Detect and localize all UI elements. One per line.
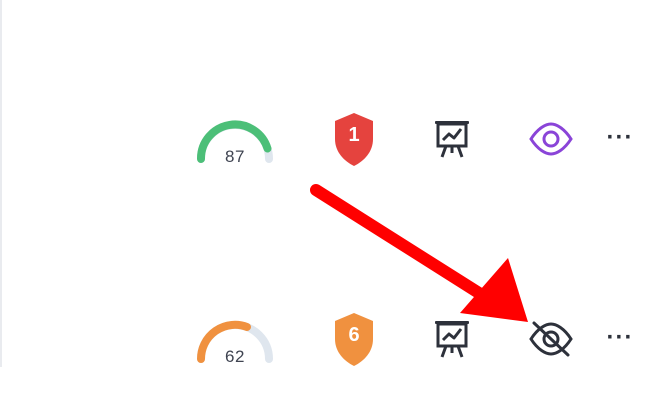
list-row: 87 1 ··· — [0, 105, 661, 175]
eye-icon — [529, 122, 573, 156]
presentation-chart-icon — [435, 321, 469, 358]
issues-badge[interactable]: 1 — [331, 111, 377, 167]
visibility-toggle[interactable] — [526, 117, 576, 161]
presentation-button[interactable] — [431, 317, 473, 361]
visibility-toggle[interactable] — [526, 317, 576, 361]
eye-off-icon — [529, 321, 573, 357]
score-value: 87 — [225, 147, 245, 166]
issues-badge[interactable]: 6 — [331, 311, 377, 367]
issues-count: 1 — [348, 124, 360, 146]
more-icon: ··· — [606, 124, 634, 151]
score-gauge[interactable]: 87 — [193, 113, 277, 175]
issues-count: 6 — [348, 324, 360, 346]
more-options-button[interactable]: ··· — [602, 323, 638, 353]
more-options-button[interactable]: ··· — [602, 123, 638, 153]
score-value: 62 — [225, 347, 245, 366]
ui-panel: 87 1 ··· 62 6 ··· — [0, 0, 661, 397]
more-icon: ··· — [606, 324, 634, 351]
presentation-chart-icon — [435, 121, 469, 158]
presentation-button[interactable] — [431, 117, 473, 161]
bottom-strip — [0, 367, 661, 397]
list-row: 62 6 ··· — [0, 305, 661, 375]
score-gauge[interactable]: 62 — [193, 313, 277, 375]
